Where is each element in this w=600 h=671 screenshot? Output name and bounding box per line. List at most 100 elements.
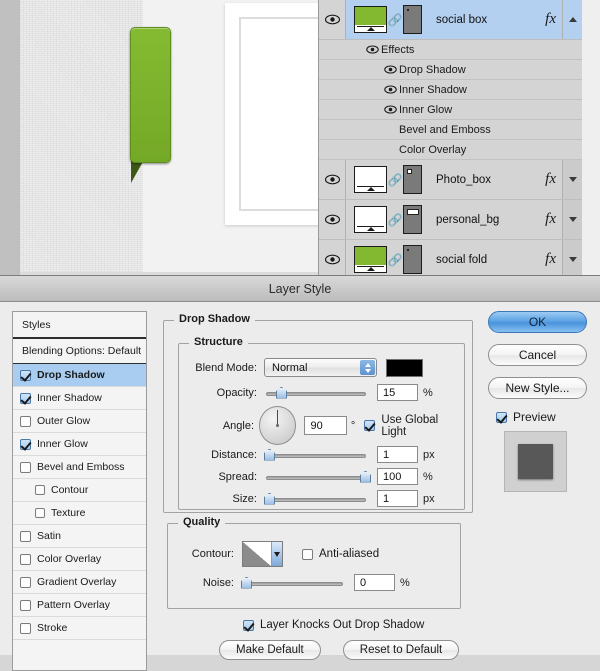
layer-thumbnail[interactable]: [354, 166, 387, 193]
styles-list-header[interactable]: Styles: [13, 312, 146, 339]
style-item-drop-shadow[interactable]: Drop Shadow: [13, 364, 146, 387]
new-style-button[interactable]: New Style...: [488, 377, 587, 399]
effect-visibility-toggle[interactable]: [381, 105, 399, 114]
styles-list[interactable]: Styles Blending Options: Default Drop Sh…: [12, 311, 147, 671]
spread-slider[interactable]: [266, 470, 371, 483]
blend-mode-select[interactable]: Normal: [264, 358, 377, 377]
layer-name[interactable]: Photo_box: [436, 174, 545, 186]
blending-options-item[interactable]: Blending Options: Default: [13, 339, 146, 364]
checkbox-icon[interactable]: [20, 415, 31, 427]
checkbox-icon[interactable]: [243, 619, 254, 631]
social-box-shape[interactable]: [130, 27, 171, 163]
distance-input[interactable]: 1: [377, 446, 418, 463]
effects-visibility-toggle[interactable]: [363, 45, 381, 54]
checkbox-icon[interactable]: [35, 508, 45, 518]
slider-thumb[interactable]: [360, 470, 371, 483]
link-icon[interactable]: 🔗: [388, 13, 403, 27]
shadow-color-swatch[interactable]: [386, 358, 423, 377]
link-icon[interactable]: 🔗: [388, 253, 403, 267]
layer-visibility-toggle[interactable]: [319, 200, 346, 239]
style-item-color-overlay[interactable]: Color Overlay: [13, 548, 146, 571]
spread-input[interactable]: 100: [377, 468, 418, 485]
effect-row[interactable]: Drop Shadow: [319, 60, 583, 80]
style-item-stroke[interactable]: Stroke: [13, 617, 146, 640]
layer-expand-toggle[interactable]: [562, 240, 583, 275]
effect-row[interactable]: Inner Glow: [319, 100, 583, 120]
layer-expand-toggle[interactable]: [562, 0, 583, 39]
slider-thumb[interactable]: [264, 492, 275, 505]
effect-visibility-toggle[interactable]: [381, 65, 399, 74]
layer-knocks-out-row[interactable]: Layer Knocks Out Drop Shadow: [243, 619, 424, 631]
checkbox-icon[interactable]: [20, 438, 31, 450]
layer-expand-toggle[interactable]: [562, 160, 583, 199]
layer-row[interactable]: 🔗 social fold fx: [319, 240, 583, 275]
checkbox-icon[interactable]: [35, 485, 45, 495]
checkbox-icon[interactable]: [20, 599, 31, 611]
checkbox-icon[interactable]: [302, 548, 313, 560]
layer-fx-icon[interactable]: fx: [545, 171, 562, 188]
layer-expand-toggle[interactable]: [562, 200, 583, 239]
distance-slider[interactable]: [264, 448, 366, 461]
checkbox-icon[interactable]: [364, 420, 376, 431]
link-icon[interactable]: 🔗: [388, 173, 403, 187]
anti-aliased-row[interactable]: Anti-aliased: [302, 548, 379, 560]
effect-row[interactable]: Inner Shadow: [319, 80, 583, 100]
layer-visibility-toggle[interactable]: [319, 160, 346, 199]
use-global-light-row[interactable]: Use Global Light: [364, 414, 462, 438]
document-canvas[interactable]: [0, 0, 318, 280]
layer-mask-thumbnail[interactable]: [403, 245, 422, 274]
effects-group-row[interactable]: Effects: [319, 40, 583, 60]
link-icon[interactable]: 🔗: [388, 213, 403, 227]
layer-row[interactable]: 🔗 social box fx: [319, 0, 583, 40]
dialog-titlebar[interactable]: Layer Style: [0, 276, 600, 302]
style-item-inner-glow[interactable]: Inner Glow: [13, 433, 146, 456]
layer-name[interactable]: social box: [436, 14, 545, 26]
layer-row[interactable]: 🔗 Photo_box fx: [319, 160, 583, 200]
cancel-button[interactable]: Cancel: [488, 344, 587, 366]
layer-mask-thumbnail[interactable]: [403, 205, 422, 234]
layer-fx-icon[interactable]: fx: [545, 251, 562, 268]
opacity-input[interactable]: 15: [377, 384, 418, 401]
noise-slider[interactable]: [241, 576, 343, 589]
layer-mask-thumbnail[interactable]: [403, 165, 422, 194]
layer-name[interactable]: personal_bg: [436, 214, 545, 226]
checkbox-icon[interactable]: [20, 530, 31, 542]
angle-dial[interactable]: [259, 406, 297, 445]
opacity-slider[interactable]: [266, 386, 366, 399]
size-slider[interactable]: [264, 492, 366, 505]
checkbox-icon[interactable]: [20, 553, 31, 565]
layer-name[interactable]: social fold: [436, 254, 545, 266]
layer-row[interactable]: 🔗 personal_bg fx: [319, 200, 583, 240]
checkbox-icon[interactable]: [20, 576, 31, 588]
style-item-texture[interactable]: Texture: [13, 502, 146, 525]
style-item-inner-shadow[interactable]: Inner Shadow: [13, 387, 146, 410]
layer-thumbnail[interactable]: [354, 6, 387, 33]
effect-row[interactable]: Color Overlay: [319, 140, 583, 160]
ok-button[interactable]: OK: [488, 311, 587, 333]
layer-fx-icon[interactable]: fx: [545, 11, 562, 28]
slider-thumb[interactable]: [241, 576, 252, 589]
checkbox-icon[interactable]: [496, 411, 507, 423]
style-item-outer-glow[interactable]: Outer Glow: [13, 410, 146, 433]
checkbox-icon[interactable]: [20, 622, 31, 634]
style-item-contour[interactable]: Contour: [13, 479, 146, 502]
layer-fx-icon[interactable]: fx: [545, 211, 562, 228]
effect-visibility-toggle[interactable]: [381, 85, 399, 94]
layer-visibility-toggle[interactable]: [319, 240, 346, 275]
layer-thumbnail[interactable]: [354, 246, 387, 273]
contour-picker[interactable]: [242, 541, 283, 567]
slider-thumb[interactable]: [264, 448, 275, 461]
layers-panel[interactable]: 🔗 social box fx Effects Drop Shadow Inne…: [318, 0, 583, 275]
checkbox-icon[interactable]: [20, 369, 31, 381]
layer-mask-thumbnail[interactable]: [403, 5, 422, 34]
checkbox-icon[interactable]: [20, 392, 31, 404]
make-default-button[interactable]: Make Default: [219, 640, 321, 660]
layer-visibility-toggle[interactable]: [319, 0, 346, 39]
slider-thumb[interactable]: [276, 386, 287, 399]
chevron-down-icon[interactable]: [271, 542, 282, 566]
angle-input[interactable]: 90: [304, 416, 347, 435]
layer-thumbnail[interactable]: [354, 206, 387, 233]
checkbox-icon[interactable]: [20, 461, 31, 473]
size-input[interactable]: 1: [377, 490, 418, 507]
style-item-satin[interactable]: Satin: [13, 525, 146, 548]
